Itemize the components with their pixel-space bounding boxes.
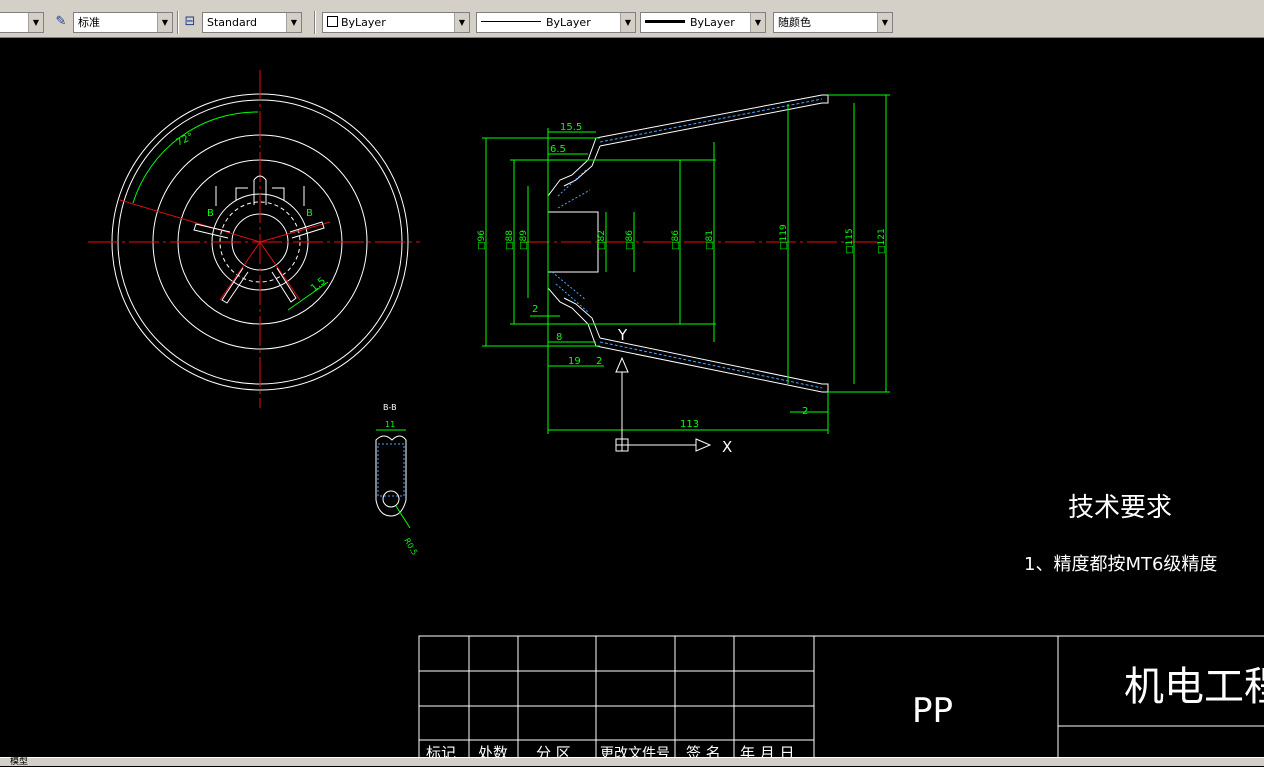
color-select[interactable]: 随颜色 ▼ [773, 12, 893, 33]
cone-inner-upper [599, 102, 823, 147]
company-name: 机电工程学 [1124, 664, 1264, 710]
dim-style-icon[interactable]: ⊟ [181, 13, 199, 31]
dim-label-left: □82 [597, 230, 607, 250]
tech-requirements-title: 技术要求 [1068, 493, 1172, 523]
section-radius-label: R0.5 [402, 537, 419, 557]
cone-inner-lower [599, 337, 823, 385]
section-title: B-B [383, 403, 397, 412]
prev-combo-arrow[interactable]: ▼ [0, 12, 44, 33]
dim-label-right: □115 [845, 228, 855, 254]
linetype-value: ByLayer [546, 16, 591, 29]
text-style-value: 标准 [78, 16, 100, 29]
section-marker-label: B [306, 208, 313, 219]
lineweight-value: ByLayer [690, 16, 735, 29]
slot-centerline [259, 221, 331, 243]
tech-requirements-note: 1、精度都按MT6级精度 [1024, 554, 1217, 575]
dim-label-bottom: 113 [680, 419, 699, 430]
section-bead-circle [382, 490, 400, 508]
dim-style-select[interactable]: Standard ▼ [202, 12, 302, 33]
dim-label-right: □121 [877, 228, 887, 254]
table-header-cell: 更改文件号 [600, 746, 670, 757]
slot-centerline [219, 241, 261, 301]
cone-hatch-lower [599, 341, 823, 389]
ucs-x-label: X [722, 438, 732, 456]
angle-dimension-label: 72° [175, 131, 196, 148]
table-header-cell: 处数 [478, 744, 508, 757]
dim-label-left: □89 [519, 230, 529, 250]
cone-hatch-upper [599, 98, 823, 143]
properties-toolbar: ▼ ✎ 标准 ▼ ⊟ Standard ▼ ByLayer ▼ ByLayer … [0, 7, 1264, 38]
section-marker-label: B [207, 208, 214, 219]
color-swatch-icon [327, 16, 338, 27]
slot-lower-right [271, 267, 297, 303]
text-style-icon[interactable]: ✎ [52, 13, 70, 31]
dim-label-bottom: 8 [556, 332, 562, 343]
ucs-y-label: Y [617, 326, 628, 344]
layer-value: ByLayer [341, 16, 386, 29]
hub-hatch [551, 169, 591, 313]
dim-label-right: □81 [705, 230, 715, 250]
section-hatch-fill [377, 443, 405, 497]
cone-outer-lower [595, 345, 829, 393]
table-header-cell: 分 区 [536, 744, 571, 757]
table-header-cell: 年 月 日 [740, 744, 795, 757]
lineweight-preview-icon [645, 20, 685, 23]
dim-label-bottom: 19 [568, 356, 581, 367]
slot-lower-left [221, 267, 249, 304]
color-value: 随颜色 [778, 16, 811, 29]
material-label: PP [912, 691, 953, 731]
dim-label-top: 15.5 [560, 122, 582, 133]
section-radius-leader [395, 505, 411, 529]
table-header-cell: 标记 [426, 744, 456, 757]
dim-style-value: Standard [207, 16, 258, 29]
dim-label-left: □88 [505, 230, 515, 250]
toolbar-separator [314, 11, 316, 34]
dim-label-bottom: 2 [532, 304, 538, 315]
table-header-cell: 签 名 [686, 744, 721, 757]
slot-right [289, 221, 325, 239]
cone-outer-upper [595, 94, 829, 139]
linetype-preview-icon [481, 21, 541, 22]
front-view: 72° B B 1.5 [88, 70, 420, 408]
linetype-select[interactable]: ByLayer ▼ [476, 12, 636, 33]
slot-centerline [119, 199, 261, 243]
dim-label-right: □86 [671, 230, 681, 250]
section-width-dim: 11 [385, 420, 395, 429]
section-detail: B-B 11 R0.5 [375, 403, 419, 557]
dim-label-top: 6.5 [550, 144, 566, 155]
dim-label-bottom: 2 [802, 406, 808, 417]
ucs-icon [615, 356, 712, 452]
angle-dimension-arc [132, 111, 259, 204]
side-view: 15.5 6.5 □96 □88 □89 □82 □86 □86 □81 □11… [477, 94, 890, 434]
drawing-canvas[interactable]: 72° B B 1.5 B-B 11 R0.5 15.5 6.5 □96 □88… [0, 39, 1264, 757]
layer-select[interactable]: ByLayer ▼ [322, 12, 470, 33]
dim-label-left: □96 [477, 230, 487, 250]
slot-centerline [259, 241, 301, 301]
section-body-outline [375, 435, 407, 517]
text-style-select[interactable]: 标准 ▼ [73, 12, 173, 33]
dim-label-right: □119 [779, 224, 789, 250]
toolbar-separator [177, 11, 179, 34]
dim-label-left: □86 [625, 230, 635, 250]
model-tab[interactable]: 模型 [10, 754, 28, 767]
lineweight-select[interactable]: ByLayer ▼ [640, 12, 766, 33]
dim-label-bottom: 2 [596, 356, 602, 367]
